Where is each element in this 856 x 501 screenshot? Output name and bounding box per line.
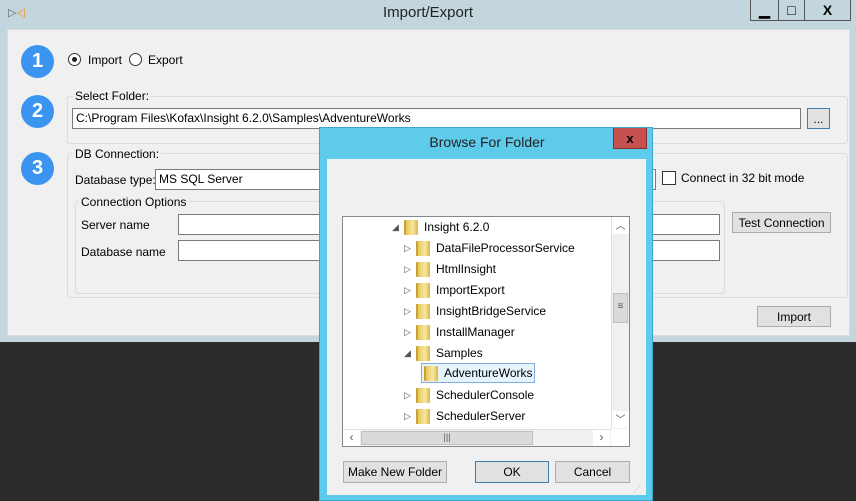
import-radio-label: Import — [88, 53, 123, 67]
horizontal-scrollbar[interactable]: ‹ ||| › — [343, 429, 611, 446]
expand-arrow-icon: ▷ — [404, 305, 411, 316]
export-radio[interactable] — [129, 53, 142, 66]
tree-item[interactable]: ▷ SchedulerServer — [404, 406, 525, 426]
collapse-arrow-icon: ◢ — [404, 347, 411, 358]
make-new-folder-button[interactable]: Make New Folder — [343, 461, 447, 483]
dialog-close-button[interactable]: x — [613, 128, 647, 149]
tree-item[interactable]: ▷ InstallManager — [404, 322, 515, 342]
connect-32bit-checkbox[interactable] — [662, 171, 676, 185]
cancel-button[interactable]: Cancel — [555, 461, 630, 483]
collapse-arrow-icon: ◢ — [392, 221, 399, 232]
folder-icon — [416, 345, 430, 361]
test-connection-button[interactable]: Test Connection — [732, 212, 831, 233]
tree-item-label: AdventureWorks — [444, 366, 533, 380]
step-3-badge: 3 — [21, 152, 54, 185]
resize-grip-icon[interactable]: ⋰ — [633, 485, 641, 494]
connect-32bit-label: Connect in 32 bit mode — [681, 171, 805, 185]
tree-item[interactable]: ◢ Samples — [404, 343, 483, 363]
scroll-thumb[interactable]: ≡ — [613, 293, 628, 323]
database-type-label: Database type: — [75, 173, 156, 187]
folder-icon — [416, 408, 430, 424]
folder-icon — [416, 324, 430, 340]
server-name-label: Server name — [81, 218, 150, 232]
expand-arrow-icon: ▷ — [404, 284, 411, 295]
folder-icon — [416, 303, 430, 319]
connection-options-label: Connection Options — [79, 195, 189, 209]
scroll-right-icon[interactable]: › — [593, 430, 610, 446]
folder-icon — [404, 219, 418, 235]
tree-item[interactable]: ◢ Insight 6.2.0 — [392, 217, 489, 237]
window-title: Import/Export — [382, 4, 474, 21]
expand-arrow-icon: ▷ — [404, 263, 411, 274]
expand-arrow-icon: ▷ — [404, 242, 411, 253]
tree-item-label: Insight 6.2.0 — [424, 220, 490, 234]
folder-icon — [416, 261, 430, 277]
step-1-badge: 1 — [21, 45, 54, 78]
vertical-scrollbar[interactable]: ︿ ≡ ﹀ — [611, 217, 629, 429]
folder-icon — [416, 240, 430, 256]
dialog-title: Browse For Folder — [429, 134, 545, 150]
tree-item-label: ImportExport — [436, 283, 505, 297]
scroll-left-icon[interactable]: ‹ — [343, 430, 360, 446]
scroll-down-icon[interactable]: ﹀ — [612, 411, 629, 428]
folder-path-input[interactable]: C:\Program Files\Kofax\Insight 6.2.0\Sam… — [72, 108, 801, 129]
tree-item-label: Samples — [436, 346, 483, 360]
import-radio[interactable] — [68, 53, 81, 66]
import-button[interactable]: Import — [757, 306, 831, 327]
ok-button[interactable]: OK — [475, 461, 549, 483]
tree-item-label: HtmlInsight — [436, 262, 497, 276]
tree-item[interactable]: ▷ SchedulerConsole — [404, 385, 534, 405]
minimize-button[interactable]: ▁ — [750, 0, 779, 21]
tree-item[interactable]: ▷ HtmlInsight — [404, 259, 496, 279]
folder-icon — [424, 365, 438, 381]
tree-item[interactable]: ▷ InsightBridgeService — [404, 301, 546, 321]
db-connection-label: DB Connection: — [73, 147, 162, 161]
tree-item-label: InsightBridgeService — [436, 304, 547, 318]
tree-item-label: DataFileProcessorService — [436, 241, 575, 255]
tree-item-label: SchedulerServer — [436, 409, 526, 423]
select-folder-label: Select Folder: — [73, 89, 152, 103]
expand-arrow-icon: ▷ — [404, 410, 411, 421]
hscroll-thumb[interactable]: ||| — [361, 431, 533, 445]
tree-item-label: SchedulerConsole — [436, 388, 535, 402]
tree-item[interactable]: ▷ DataFileProcessorService — [404, 238, 575, 258]
tree-item[interactable]: ▷ ImportExport — [404, 280, 505, 300]
browse-button[interactable]: ... — [807, 108, 830, 129]
folder-icon — [416, 282, 430, 298]
expand-arrow-icon: ▷ — [404, 326, 411, 337]
maximize-button[interactable]: □ — [779, 0, 805, 21]
folder-tree[interactable]: ◢ Insight 6.2.0 ▷ DataFileProcessorService… — [342, 216, 630, 447]
export-radio-label: Export — [148, 53, 183, 67]
tree-item-selected[interactable]: AdventureWorks — [421, 363, 536, 383]
tree-item-label: InstallManager — [436, 325, 515, 339]
scroll-up-icon[interactable]: ︿ — [612, 217, 629, 234]
close-button[interactable]: X — [805, 0, 851, 21]
step-2-badge: 2 — [21, 95, 54, 128]
folder-icon — [416, 387, 430, 403]
database-name-label: Database name — [81, 245, 166, 259]
expand-arrow-icon: ▷ — [404, 389, 411, 400]
